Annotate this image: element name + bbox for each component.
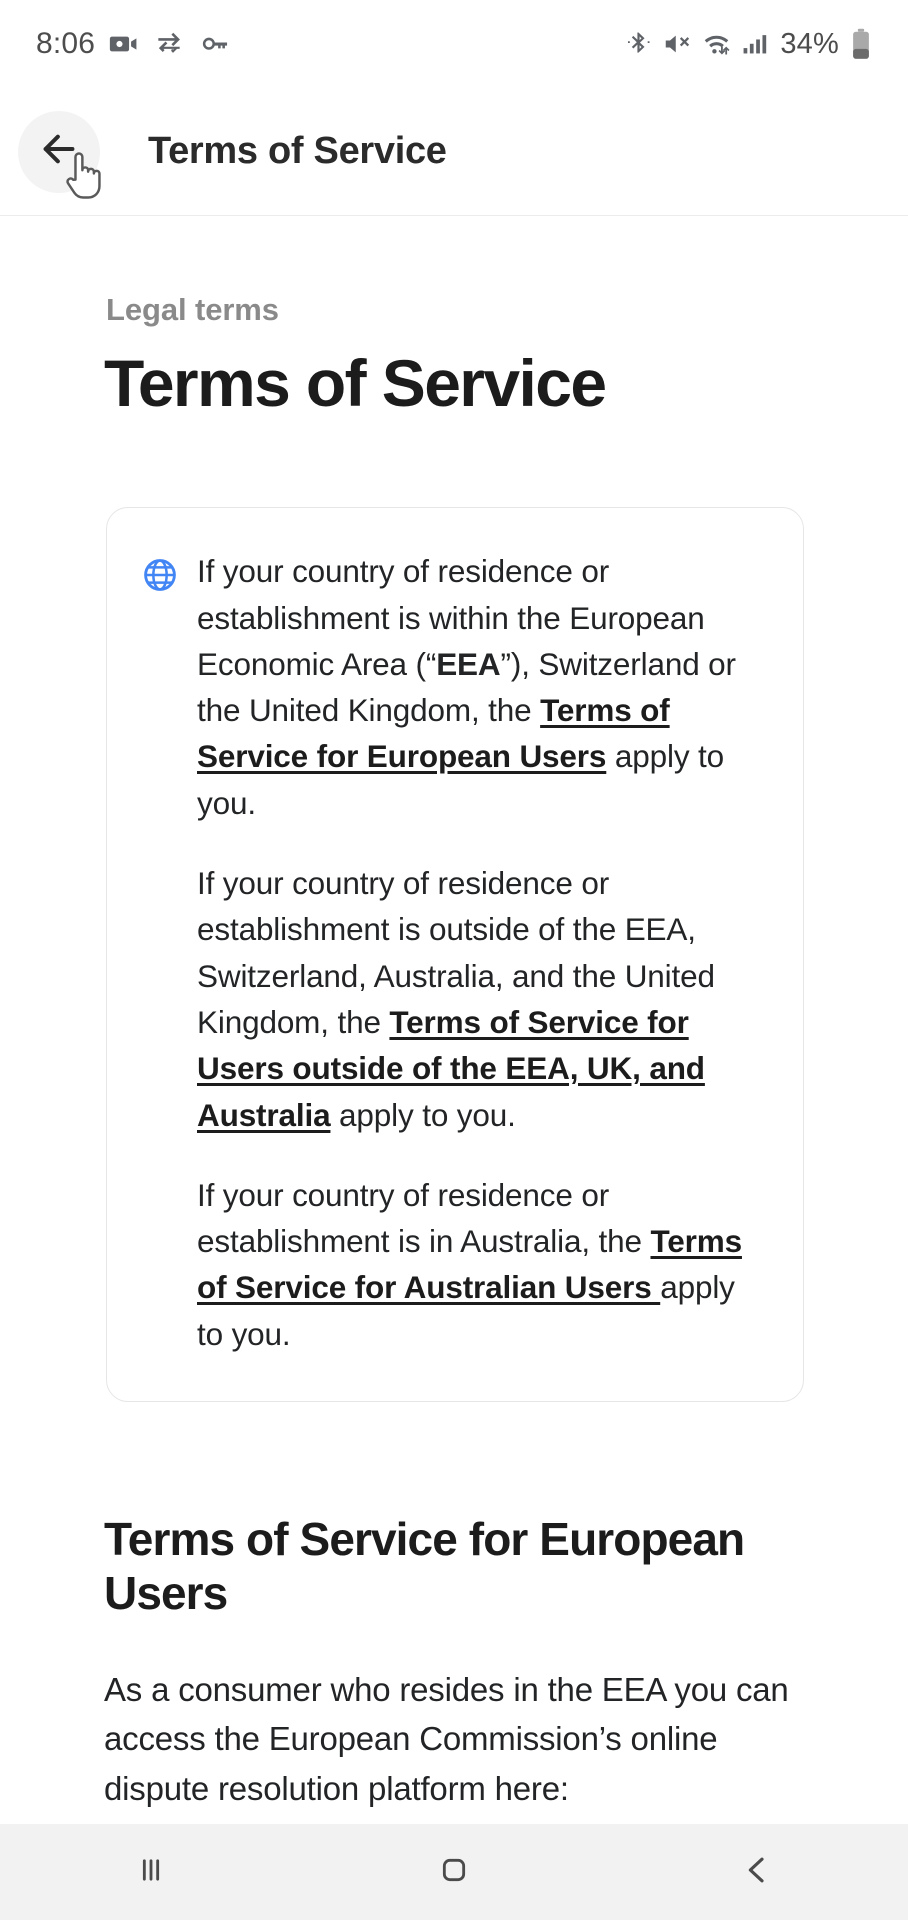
- card-bold-term: EEA: [436, 645, 501, 682]
- globe-icon: [141, 556, 179, 594]
- battery-percent-label: 34%: [780, 27, 839, 60]
- card-paragraph-3: If your country of residence or establis…: [197, 1172, 767, 1357]
- back-nav-button[interactable]: [667, 1824, 847, 1920]
- video-camera-icon: [108, 28, 140, 60]
- home-icon: [434, 1850, 474, 1895]
- section-heading: Terms of Service for European Users: [104, 1513, 745, 1620]
- home-button[interactable]: [364, 1824, 544, 1920]
- app-bar: Terms of Service: [0, 88, 908, 216]
- card-text-run: If your country of residence or establis…: [197, 1176, 651, 1260]
- back-chevron-icon: [737, 1850, 777, 1895]
- section-body-text: As a consumer who resides in the EEA you…: [104, 1670, 789, 1807]
- recents-icon: [131, 1850, 171, 1895]
- jurisdiction-card-body: If your country of residence or establis…: [197, 548, 767, 1357]
- recents-button[interactable]: [61, 1824, 241, 1920]
- jurisdiction-card: If your country of residence or establis…: [106, 507, 804, 1403]
- card-text-run: apply to you.: [330, 1096, 516, 1133]
- bluetooth-icon: [624, 30, 653, 59]
- wifi-icon: [701, 29, 732, 60]
- cellular-signal-icon: [741, 30, 769, 58]
- card-paragraph-2: If your country of residence or establis…: [197, 860, 767, 1138]
- eyebrow-label: Legal terms: [106, 292, 279, 327]
- main-heading: Terms of Service: [104, 346, 607, 420]
- back-arrow-icon: [36, 126, 82, 177]
- mute-icon: [662, 29, 692, 59]
- data-transfer-icon: [153, 28, 185, 60]
- page-content[interactable]: Legal terms Terms of Service If your cou…: [0, 216, 908, 1920]
- battery-icon: [848, 28, 874, 60]
- phone-screen: 8:06 34% Terms of Service Legal terms Te…: [0, 0, 908, 1920]
- page-title: Terms of Service: [148, 130, 447, 172]
- status-bar-right: 34%: [624, 28, 874, 61]
- system-navigation-bar: [0, 1824, 908, 1920]
- status-clock: 8:06: [36, 27, 96, 60]
- back-button[interactable]: [18, 110, 100, 193]
- status-bar: 8:06 34%: [0, 0, 908, 88]
- key-icon: [198, 28, 230, 60]
- card-paragraph-1: If your country of residence or establis…: [197, 548, 767, 826]
- status-bar-left: 8:06: [36, 27, 230, 61]
